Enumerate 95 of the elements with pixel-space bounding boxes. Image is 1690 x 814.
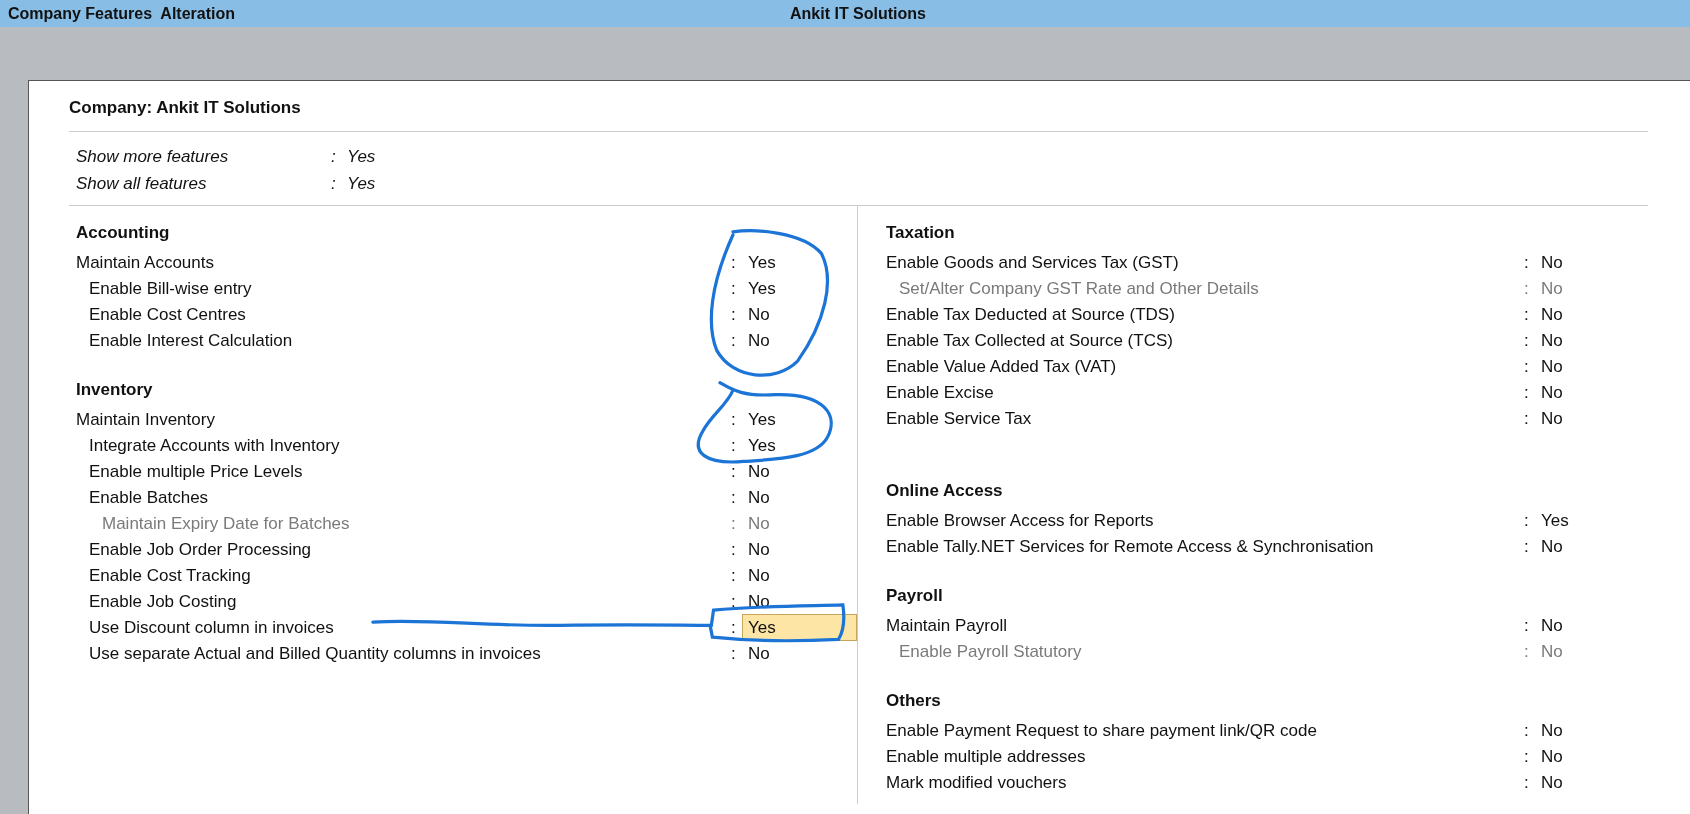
colon-separator: :: [731, 564, 737, 587]
feature-label: Use Discount column in invoices: [88, 616, 334, 639]
feature-value[interactable]: No: [1541, 536, 1563, 556]
colon-separator: :: [731, 277, 737, 300]
feature-value[interactable]: No: [1541, 330, 1563, 350]
colon-separator: :: [1524, 509, 1530, 532]
feature-value[interactable]: No: [1541, 772, 1563, 792]
feature-label: Use separate Actual and Billed Quantity columns in invoices: [88, 642, 541, 665]
feature-label: Enable Value Added Tax (VAT): [886, 355, 1117, 378]
feature-label: Enable Tally.NET Services for Remote Access & Synchronisation: [886, 535, 1374, 558]
feature-label: Enable Goods and Services Tax (GST): [886, 251, 1179, 274]
feature-label: Show all features: [76, 173, 208, 196]
section-heading: Payroll: [886, 584, 944, 607]
colon-separator: :: [731, 329, 737, 352]
colon-separator: :: [1524, 355, 1530, 378]
colon-separator: :: [731, 590, 737, 613]
feature-label: Enable multiple addresses: [886, 745, 1086, 768]
feature-value[interactable]: No: [748, 565, 770, 585]
feature-label: Enable Cost Tracking: [88, 564, 251, 587]
feature-label: Maintain Payroll: [886, 614, 1007, 637]
feature-value[interactable]: No: [748, 487, 770, 507]
feature-label: Enable Browser Access for Reports: [886, 509, 1154, 532]
colon-separator: :: [731, 251, 737, 274]
feature-value[interactable]: No: [1541, 304, 1563, 324]
section-heading: Inventory: [76, 378, 154, 401]
colon-separator: :: [1524, 640, 1530, 663]
colon-separator: :: [731, 303, 737, 326]
feature-value[interactable]: No: [1541, 746, 1563, 766]
dialog-title: Company: Ankit IT Solutions: [69, 81, 1648, 132]
colon-separator: :: [731, 408, 737, 431]
section-heading: Others: [886, 689, 942, 712]
feature-value[interactable]: No: [1541, 382, 1563, 402]
feature-label: Enable Payment Request to share payment link/QR code: [886, 719, 1317, 742]
feature-label: Enable Bill-wise entry: [88, 277, 252, 300]
feature-value[interactable]: No: [748, 330, 770, 350]
colon-separator: :: [1524, 745, 1530, 768]
colon-separator: :: [331, 146, 337, 169]
feature-label: Maintain Expiry Date for Batches: [101, 512, 350, 535]
colon-separator: :: [1524, 535, 1530, 558]
feature-label: Maintain Inventory: [76, 408, 215, 431]
colon-separator: :: [331, 173, 337, 196]
feature-label: Enable Excise: [886, 381, 994, 404]
colon-separator: :: [1524, 251, 1530, 274]
feature-label: Enable Job Costing: [88, 590, 237, 613]
feature-value[interactable]: Yes: [748, 252, 776, 272]
feature-label: Enable Interest Calculation: [88, 329, 293, 352]
colon-separator: :: [1524, 303, 1530, 326]
section-heading: Taxation: [886, 221, 956, 244]
colon-separator: :: [731, 434, 737, 457]
feature-label: Show more features: [76, 146, 230, 169]
colon-separator: :: [731, 486, 737, 509]
colon-separator: :: [1524, 381, 1530, 404]
feature-value: Yes: [347, 146, 376, 169]
feature-label: Enable Cost Centres: [88, 303, 246, 326]
colon-separator: :: [731, 616, 737, 639]
feature-value[interactable]: No: [748, 539, 770, 559]
feature-value[interactable]: Yes: [742, 613, 857, 642]
colon-separator: :: [1524, 329, 1530, 352]
feature-label: Mark modified vouchers: [886, 771, 1067, 794]
colon-separator: :: [1524, 277, 1530, 300]
colon-separator: :: [731, 460, 737, 483]
colon-separator: :: [1524, 407, 1530, 430]
feature-value[interactable]: No: [1541, 252, 1563, 272]
colon-separator: :: [1524, 771, 1530, 794]
feature-value[interactable]: No: [1541, 720, 1563, 740]
company-name: Ankit IT Solutions: [790, 4, 926, 24]
section-heading: Accounting: [76, 221, 171, 244]
feature-value[interactable]: No: [1541, 615, 1563, 635]
colon-separator: :: [731, 538, 737, 561]
feature-value[interactable]: No: [748, 643, 770, 663]
colon-separator: :: [731, 642, 737, 665]
feature-label: Maintain Accounts: [76, 251, 214, 274]
feature-value[interactable]: Yes: [748, 409, 776, 429]
feature-label: Enable Job Order Processing: [88, 538, 312, 561]
feature-value[interactable]: Yes: [748, 435, 776, 455]
feature-value[interactable]: No: [748, 461, 770, 481]
feature-label: Set/Alter Company GST Rate and Other Details: [898, 277, 1259, 300]
feature-value: Yes: [347, 173, 376, 196]
feature-label: Enable Tax Deducted at Source (TDS): [886, 303, 1175, 326]
feature-value[interactable]: No: [1541, 408, 1563, 428]
feature-value[interactable]: Yes: [1541, 510, 1569, 530]
feature-label: Enable Batches: [88, 486, 209, 509]
window-title: Company Features Alteration: [8, 4, 236, 24]
feature-label: Integrate Accounts with Inventory: [88, 434, 340, 457]
section-heading: Online Access: [886, 479, 1004, 502]
feature-label: Enable multiple Price Levels: [88, 460, 303, 483]
colon-separator: :: [1524, 719, 1530, 742]
feature-label: Enable Tax Collected at Source (TCS): [886, 329, 1173, 352]
colon-separator: :: [1524, 614, 1530, 637]
feature-value[interactable]: No: [1541, 356, 1563, 376]
feature-value[interactable]: No: [748, 304, 770, 324]
feature-label: Enable Payroll Statutory: [898, 640, 1082, 663]
feature-value[interactable]: Yes: [748, 278, 776, 298]
colon-separator: :: [731, 512, 737, 535]
feature-label: Enable Service Tax: [886, 407, 1032, 430]
